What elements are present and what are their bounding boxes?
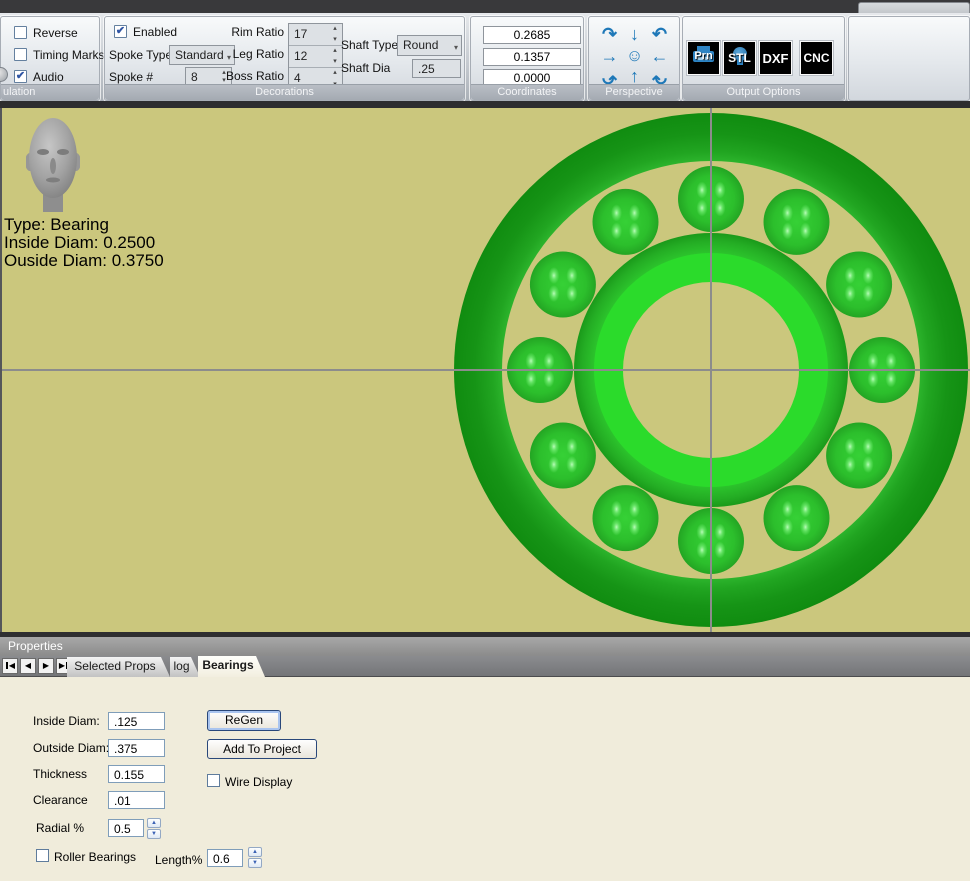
shaft-dia-label: Shaft Dia	[341, 61, 390, 75]
timing-marks-checkbox[interactable]	[14, 48, 27, 61]
shaft-dia-field[interactable]: .25	[412, 59, 461, 78]
leg-ratio-spinbox[interactable]: 12 ▴▾	[289, 46, 342, 68]
reverse-checkbox[interactable]	[14, 26, 27, 39]
timing-marks-label: Timing Marks	[33, 48, 105, 62]
rim-ratio-spinbox[interactable]: 17 ▴▾	[289, 24, 342, 46]
left-arrow-icon[interactable]: ←	[647, 45, 672, 67]
spinner-arrows-icon[interactable]: ▴▾	[329, 47, 341, 66]
app-menu-icon[interactable]	[0, 67, 8, 82]
group-caption-simulation: ulation	[1, 84, 99, 100]
spin-down-icon: ▼	[147, 829, 161, 839]
leg-ratio-label: Leg Ratio	[220, 47, 284, 61]
thickness-field[interactable]	[108, 765, 165, 783]
regen-button[interactable]: ReGen	[207, 710, 281, 731]
model-type-line: Type: Bearing	[4, 216, 164, 234]
rotate-ccw-icon[interactable]: ↶	[647, 23, 672, 45]
enabled-checkbox[interactable]: ✔	[114, 25, 127, 38]
right-arrow-icon[interactable]: →	[597, 45, 622, 67]
spin-down-icon: ▼	[248, 858, 262, 868]
inside-diam-label: Inside Diam:	[33, 714, 100, 728]
properties-panel: Inside Diam: Outside Diam: Thickness Cle…	[0, 677, 970, 881]
down-arrow-icon[interactable]: ↓	[622, 23, 647, 45]
ratio-spinbox-column: 17 ▴▾ 12 ▴▾ 4 ▴▾	[288, 23, 343, 90]
group-caption-decorations: Decorations	[105, 84, 464, 100]
group-output-options: Prn STL DXF CNC Output Options	[682, 16, 845, 101]
model-inside-diam-line: Inside Diam: 0.2500	[4, 234, 164, 252]
reverse-label: Reverse	[33, 26, 78, 40]
print-button[interactable]: Prn	[687, 41, 720, 75]
outside-diam-field[interactable]	[108, 739, 165, 757]
group-caption-perspective: Perspective	[589, 84, 679, 100]
length-pct-spinner[interactable]: ▲▼	[248, 847, 262, 867]
cnc-export-button[interactable]: CNC	[800, 41, 833, 75]
model-outside-diam-line: Ouside Diam: 0.3750	[4, 252, 164, 270]
stl-export-button[interactable]: STL	[723, 41, 756, 75]
group-caption-coordinates: Coordinates	[471, 84, 583, 100]
prev-tab-button[interactable]: ◀	[20, 658, 36, 674]
next-tab-button[interactable]: ▶	[38, 658, 54, 674]
enabled-label: Enabled	[133, 25, 177, 39]
group-perspective: ↷ ↓ ↶ → ☺ ← ↷ ↑ ↶ Perspective	[588, 16, 680, 101]
coordinate-x-field: 0.2685	[483, 26, 581, 44]
inside-diam-field[interactable]	[108, 712, 165, 730]
chevron-down-icon: ▾	[454, 39, 458, 57]
tab-bearings[interactable]: Bearings	[198, 656, 265, 677]
ribbon-canvas-separator	[0, 101, 970, 108]
spin-up-icon: ▲	[147, 818, 161, 828]
shaft-type-label: Shaft Type	[341, 38, 398, 52]
roller-bearings-label: Roller Bearings	[54, 850, 136, 864]
spin-up-icon: ▲	[248, 847, 262, 857]
ribbon: Reverse Timing Marks ✔ Audio ulation ✔ E…	[0, 13, 970, 101]
length-pct-label: Length%	[155, 853, 202, 867]
spoke-type-label: Spoke Type	[109, 48, 172, 62]
bearing-render[interactable]	[2, 108, 970, 632]
group-decorations: ✔ Enabled Spoke Type Standard ▾ Spoke # …	[104, 16, 465, 101]
spinner-arrows-icon[interactable]: ▴▾	[329, 25, 341, 44]
clearance-field[interactable]	[108, 791, 165, 809]
properties-header: Properties	[0, 637, 970, 656]
add-to-project-button[interactable]: Add To Project	[207, 739, 317, 759]
radial-pct-spinner[interactable]: ▲▼	[147, 818, 161, 838]
tab-selected-props[interactable]: Selected Props	[67, 657, 170, 677]
wire-display-checkbox[interactable]	[207, 774, 220, 787]
first-tab-button[interactable]: ◀	[2, 658, 18, 674]
radial-pct-field[interactable]	[108, 819, 144, 837]
audio-checkbox[interactable]: ✔	[14, 70, 27, 83]
head-icon	[26, 116, 80, 214]
clearance-label: Clearance	[33, 793, 88, 807]
group-simulation: Reverse Timing Marks ✔ Audio ulation	[0, 16, 100, 101]
titlebar-inset[interactable]	[858, 2, 970, 13]
thickness-label: Thickness	[33, 767, 87, 781]
coordinate-y-field: 0.1357	[483, 48, 581, 66]
tab-log[interactable]: log	[170, 657, 200, 677]
spoke-num-label: Spoke #	[109, 70, 153, 84]
window-top-bar	[0, 0, 970, 13]
properties-tab-strip: ◀ ◀ ▶ ▶ Selected Props log Bearings	[0, 656, 970, 677]
audio-label: Audio	[33, 70, 64, 84]
roller-bearings-checkbox[interactable]	[36, 849, 49, 862]
canvas[interactable]: Type: Bearing Inside Diam: 0.2500 Ouside…	[0, 108, 970, 632]
model-info: Type: Bearing Inside Diam: 0.2500 Ouside…	[4, 216, 164, 270]
group-empty	[848, 16, 970, 101]
dxf-export-button[interactable]: DXF	[759, 41, 792, 75]
group-caption-output-options: Output Options	[683, 84, 844, 100]
length-pct-field[interactable]	[207, 849, 243, 867]
wire-display-label: Wire Display	[225, 775, 292, 789]
boss-ratio-label: Boss Ratio	[217, 69, 284, 83]
outside-diam-label: Outside Diam:	[33, 741, 109, 755]
smiley-icon[interactable]: ☺	[622, 45, 647, 67]
shaft-type-dropdown[interactable]: Round ▾	[397, 35, 462, 56]
rim-ratio-label: Rim Ratio	[220, 25, 284, 39]
rotate-cw-icon[interactable]: ↷	[597, 23, 622, 45]
group-coordinates: 0.2685 0.1357 0.0000 Coordinates	[470, 16, 584, 101]
radial-pct-label: Radial %	[36, 821, 84, 835]
